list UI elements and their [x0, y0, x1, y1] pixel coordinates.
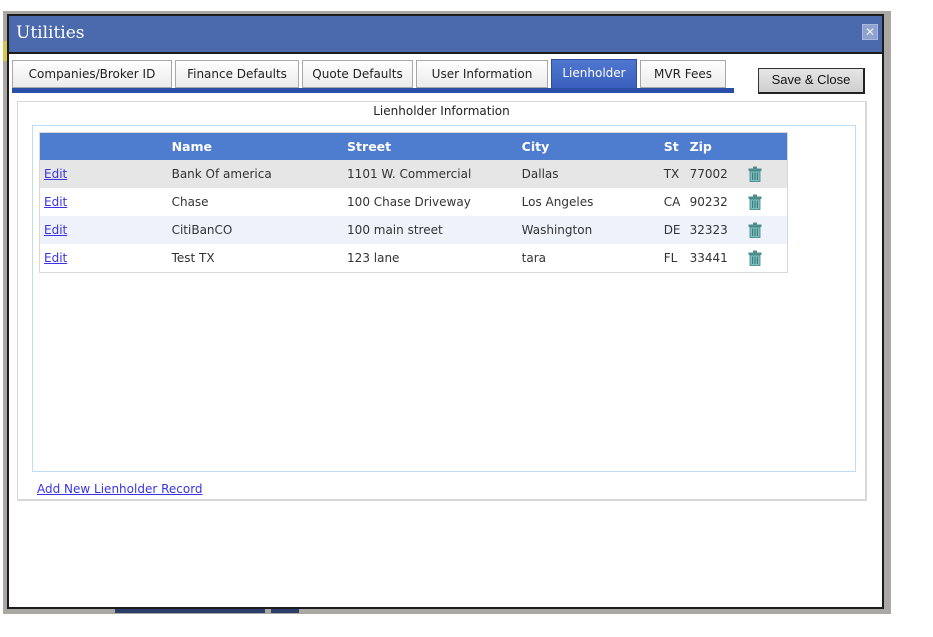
grid-container: Name Street City St Zip Edit Bank Of ame… — [32, 125, 856, 472]
cell-state: DE — [663, 216, 690, 244]
column-header-zip[interactable]: Zip — [689, 132, 749, 160]
cell-name: Test TX — [171, 244, 348, 273]
cell-city: Washington — [521, 216, 664, 244]
table-header-row: Name Street City St Zip — [39, 132, 788, 160]
tab-underline — [12, 88, 734, 93]
lienholder-table: Name Street City St Zip Edit Bank Of ame… — [39, 132, 788, 273]
cell-name: CitiBanCO — [171, 216, 348, 244]
column-header-street[interactable]: Street — [347, 132, 522, 160]
cell-street: 100 main street — [347, 216, 522, 244]
trash-icon[interactable] — [748, 250, 762, 266]
lienholder-panel: Lienholder Information Name Street City … — [17, 101, 867, 501]
column-header-edit — [39, 132, 172, 160]
edit-link[interactable]: Edit — [44, 223, 67, 237]
cell-city: Los Angeles — [521, 188, 664, 216]
background-strip — [271, 609, 299, 613]
cell-state: CA — [663, 188, 690, 216]
edit-link[interactable]: Edit — [44, 251, 67, 265]
tab-user-information[interactable]: User Information — [416, 60, 548, 88]
cell-street: 123 lane — [347, 244, 522, 273]
cell-zip: 77002 — [689, 160, 749, 188]
background-strip — [115, 609, 265, 613]
tab-bar: Companies/Broker ID Finance Defaults Quo… — [12, 58, 742, 94]
panel-title: Lienholder Information — [373, 104, 510, 118]
column-header-city[interactable]: City — [521, 132, 664, 160]
close-button[interactable]: ✕ — [862, 24, 878, 40]
dialog-title: Utilities — [16, 23, 85, 43]
tab-lienholder[interactable]: Lienholder — [551, 59, 637, 89]
column-header-st[interactable]: St — [663, 132, 690, 160]
trash-icon[interactable] — [748, 222, 762, 238]
edit-link[interactable]: Edit — [44, 195, 67, 209]
cell-name: Bank Of america — [171, 160, 348, 188]
cell-zip: 90232 — [689, 188, 749, 216]
utilities-dialog: Utilities ✕ Companies/Broker ID Finance … — [7, 14, 884, 609]
save-close-button[interactable]: Save & Close — [758, 68, 865, 94]
tab-companies-broker-id[interactable]: Companies/Broker ID — [12, 60, 172, 88]
tab-quote-defaults[interactable]: Quote Defaults — [302, 60, 413, 88]
table-row: Edit Chase 100 Chase Driveway Los Angele… — [39, 188, 788, 216]
table-row: Edit Test TX 123 lane tara FL 33441 — [39, 244, 788, 273]
cell-street: 1101 W. Commercial — [347, 160, 522, 188]
table-row: Edit CitiBanCO 100 main street Washingto… — [39, 216, 788, 244]
edit-link[interactable]: Edit — [44, 167, 67, 181]
column-header-name[interactable]: Name — [171, 132, 348, 160]
trash-icon[interactable] — [748, 166, 762, 182]
cell-state: TX — [663, 160, 690, 188]
cell-city: Dallas — [521, 160, 664, 188]
cell-street: 100 Chase Driveway — [347, 188, 522, 216]
tab-mvr-fees[interactable]: MVR Fees — [640, 60, 726, 88]
add-new-lienholder-link[interactable]: Add New Lienholder Record — [37, 482, 203, 496]
cell-state: FL — [663, 244, 690, 273]
close-icon: ✕ — [864, 25, 876, 39]
dialog-titlebar[interactable]: Utilities ✕ — [9, 16, 882, 54]
trash-icon[interactable] — [748, 194, 762, 210]
cell-zip: 32323 — [689, 216, 749, 244]
column-header-delete — [748, 132, 788, 160]
cell-city: tara — [521, 244, 664, 273]
table-row: Edit Bank Of america 1101 W. Commercial … — [39, 160, 788, 188]
cell-name: Chase — [171, 188, 348, 216]
tab-finance-defaults[interactable]: Finance Defaults — [175, 60, 299, 88]
cell-zip: 33441 — [689, 244, 749, 273]
